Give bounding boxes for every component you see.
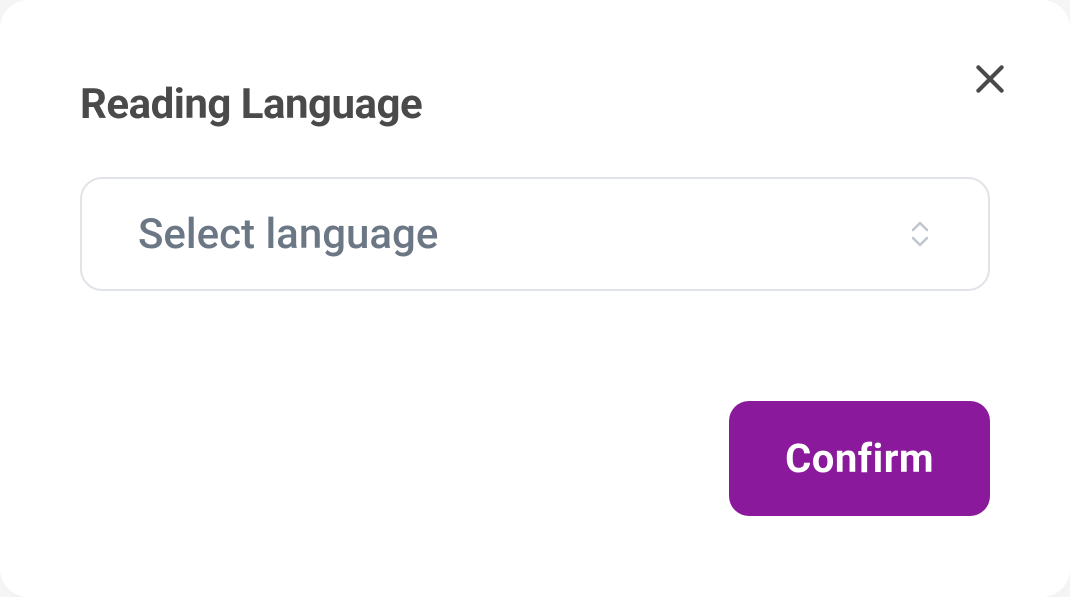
reading-language-dialog: Reading Language Select language Confirm xyxy=(0,0,1070,597)
language-select-placeholder: Select language xyxy=(138,210,438,259)
dialog-title: Reading Language xyxy=(80,80,990,129)
confirm-button[interactable]: Confirm xyxy=(729,401,990,516)
dialog-footer: Confirm xyxy=(80,401,990,516)
chevron-up-down-icon xyxy=(908,219,932,249)
close-icon xyxy=(970,59,1010,102)
language-select-wrapper: Select language xyxy=(80,177,990,291)
close-button[interactable] xyxy=(968,58,1012,102)
language-select[interactable]: Select language xyxy=(80,177,990,291)
